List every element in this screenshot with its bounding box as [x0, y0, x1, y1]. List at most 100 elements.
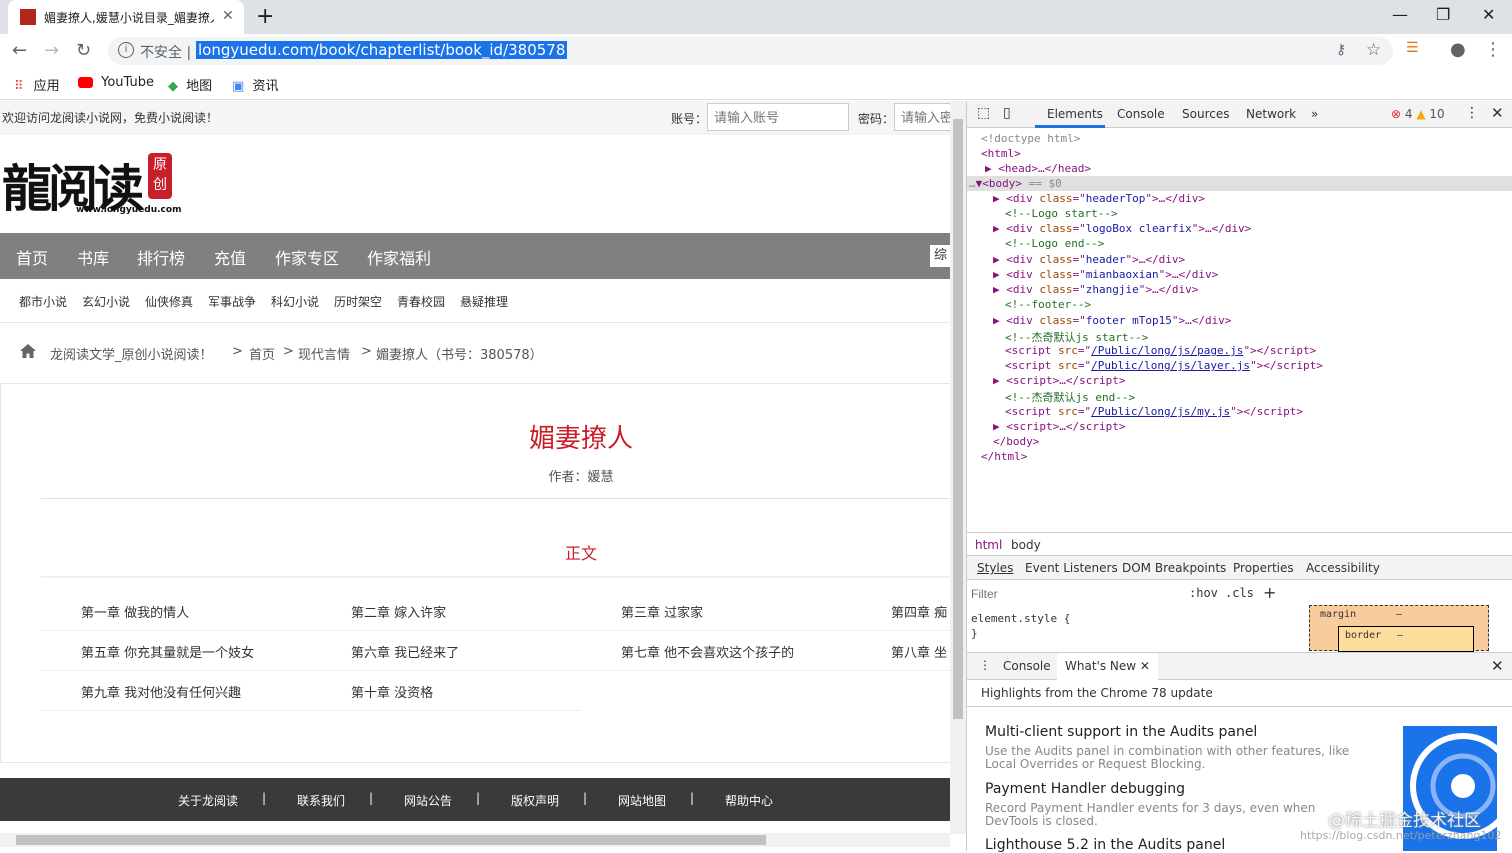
restore-icon[interactable]: ❐: [1436, 5, 1450, 24]
footer-link[interactable]: 帮助中心: [725, 792, 773, 809]
info-icon[interactable]: i: [118, 42, 134, 58]
footer-link[interactable]: 联系我们: [297, 792, 345, 809]
category-link[interactable]: 悬疑推理: [460, 293, 508, 310]
category-link[interactable]: 仙侠修真: [145, 293, 193, 310]
bookmark-news[interactable]: ▣ 资讯: [232, 75, 278, 94]
whats-new-item-title[interactable]: Multi-client support in the Audits panel: [985, 724, 1257, 740]
breadcrumb-category[interactable]: 现代言情: [298, 344, 350, 363]
drawer-tab-close-icon[interactable]: ✕: [1140, 659, 1150, 673]
nav-author-zone[interactable]: 作家专区: [275, 245, 339, 269]
hov-toggle[interactable]: :hov: [1189, 586, 1218, 600]
drawer-tab-console[interactable]: Console: [1003, 659, 1051, 673]
devtools-menu-icon[interactable]: ⋮: [1465, 105, 1479, 121]
back-icon[interactable]: ←: [12, 40, 27, 61]
dom-node[interactable]: ▶ <script>…</script>: [993, 420, 1125, 433]
extension-icon[interactable]: ☰: [1406, 40, 1419, 56]
crumb-html[interactable]: html: [975, 538, 1002, 552]
tab-close-icon[interactable]: ✕: [222, 8, 234, 24]
dom-node[interactable]: ▶ <div class="header">…</div>: [993, 253, 1185, 266]
category-link[interactable]: 玄幻小说: [82, 293, 130, 310]
site-logo[interactable]: 龍阅读 原创 www.longyuedu.com: [0, 145, 181, 221]
dom-node[interactable]: ▶ <div class="footer mTop15">…</div>: [993, 314, 1231, 327]
chapter-link[interactable]: 第三章 过家家: [621, 602, 703, 621]
category-link[interactable]: 青春校园: [397, 293, 445, 310]
password-input[interactable]: [894, 103, 950, 131]
category-link[interactable]: 军事战争: [208, 293, 256, 310]
subtab-properties[interactable]: Properties: [1233, 561, 1294, 575]
chapter-link[interactable]: 第六章 我已经来了: [351, 642, 459, 661]
menu-kebab-icon[interactable]: ⋮: [1484, 39, 1502, 60]
nav-author-benefits[interactable]: 作家福利: [367, 245, 431, 269]
close-window-icon[interactable]: ✕: [1482, 5, 1495, 24]
chapter-link[interactable]: 第一章 做我的情人: [81, 602, 189, 621]
footer-link[interactable]: 网站地图: [618, 792, 666, 809]
category-link[interactable]: 历时架空: [334, 293, 382, 310]
dom-node[interactable]: ▶ <head>…</head>: [985, 162, 1091, 175]
chapter-link[interactable]: 第九章 我对他没有任何兴趣: [81, 682, 241, 701]
dom-node[interactable]: <script src="/Public/long/js/my.js"></sc…: [1005, 405, 1303, 418]
bookmark-maps[interactable]: ◆ 地图: [168, 75, 212, 94]
tab-console[interactable]: Console: [1117, 107, 1165, 121]
scroll-thumb[interactable]: [953, 119, 963, 719]
more-tabs-icon[interactable]: »: [1311, 107, 1318, 121]
nav-library[interactable]: 书库: [77, 245, 109, 269]
dom-node[interactable]: ▶ <div class="zhangjie">…</div>: [993, 283, 1198, 296]
forward-icon[interactable]: →: [44, 40, 59, 61]
dom-node[interactable]: <html>: [981, 147, 1021, 160]
scroll-thumb[interactable]: [16, 835, 766, 845]
category-link[interactable]: 科幻小说: [271, 293, 319, 310]
address-bar[interactable]: i 不安全 | longyuedu.com/book/chapterlist/b…: [108, 37, 1393, 65]
footer-link[interactable]: 网站公告: [404, 792, 452, 809]
breadcrumb-home[interactable]: 首页: [249, 344, 275, 363]
chapter-link[interactable]: 第十章 没资格: [351, 682, 433, 701]
dom-node[interactable]: <script src="/Public/long/js/layer.js"><…: [1005, 359, 1323, 372]
dom-node[interactable]: ▶ <script>…</script>: [993, 374, 1125, 387]
minimize-icon[interactable]: —: [1392, 5, 1408, 24]
inspect-icon[interactable]: ⬚: [977, 105, 990, 121]
chapter-link[interactable]: 第二章 嫁入许家: [351, 602, 446, 621]
cls-toggle[interactable]: .cls: [1225, 586, 1254, 600]
browser-tab[interactable]: 媚妻撩人,媛慧小说目录_媚妻撩人 ✕: [8, 0, 244, 34]
dom-node[interactable]: ▶ <div class="headerTop">…</div>: [993, 192, 1205, 205]
chapter-link[interactable]: 第八章 坐: [891, 642, 947, 661]
subtab-styles[interactable]: Styles: [977, 561, 1013, 575]
tab-sources[interactable]: Sources: [1182, 107, 1229, 121]
footer-link[interactable]: 版权声明: [511, 792, 559, 809]
bookmark-star-icon[interactable]: ☆: [1366, 40, 1381, 60]
dom-node[interactable]: ▶ <div class="mianbaoxian">…</div>: [993, 268, 1218, 281]
footer-link[interactable]: 关于龙阅读: [178, 792, 238, 809]
breadcrumb-site[interactable]: 龙阅读文学_原创小说阅读！: [50, 344, 213, 363]
devtools-close-icon[interactable]: ✕: [1491, 104, 1504, 122]
drawer-close-icon[interactable]: ✕: [1491, 657, 1504, 675]
drawer-tab-whats-new[interactable]: What's New ✕: [1057, 653, 1158, 680]
profile-icon[interactable]: ●: [1450, 39, 1466, 60]
dom-node[interactable]: ▶ <div class="logoBox clearfix">…</div>: [993, 222, 1251, 235]
key-icon[interactable]: ⚷: [1336, 42, 1346, 58]
drawer-menu-icon[interactable]: ⋮: [979, 658, 991, 672]
home-icon[interactable]: [20, 344, 36, 358]
element-style-rule[interactable]: element.style {: [971, 612, 1070, 625]
nav-recharge[interactable]: 充值: [214, 245, 246, 269]
subtab-dom-breakpoints[interactable]: DOM Breakpoints: [1122, 561, 1226, 575]
chapter-link[interactable]: 第五章 你充其量就是一个妓女: [81, 642, 254, 661]
subtab-event-listeners[interactable]: Event Listeners: [1025, 561, 1118, 575]
nav-search-box[interactable]: 综: [930, 245, 950, 267]
horizontal-scrollbar[interactable]: [0, 833, 950, 847]
dom-node-body[interactable]: …▼<body> == $0: [969, 177, 1062, 190]
crumb-body[interactable]: body: [1011, 538, 1041, 552]
nav-ranking[interactable]: 排行榜: [137, 245, 185, 269]
tab-elements[interactable]: Elements: [1047, 107, 1103, 121]
bookmark-apps[interactable]: ⠿ 应用: [14, 75, 60, 94]
url-text[interactable]: longyuedu.com/book/chapterlist/book_id/3…: [196, 41, 568, 59]
new-tab-icon[interactable]: +: [256, 4, 274, 29]
dom-node[interactable]: <script src="/Public/long/js/page.js"></…: [1005, 344, 1316, 357]
bookmark-youtube[interactable]: YouTube: [78, 75, 154, 90]
subtab-accessibility[interactable]: Accessibility: [1306, 561, 1380, 575]
vertical-scrollbar[interactable]: [950, 101, 966, 834]
tab-network[interactable]: Network: [1246, 107, 1296, 121]
add-rule-icon[interactable]: +: [1263, 583, 1276, 602]
category-link[interactable]: 都市小说: [19, 293, 67, 310]
chapter-link[interactable]: 第七章 他不会喜欢这个孩子的: [621, 642, 794, 661]
styles-filter-input[interactable]: [971, 584, 1171, 604]
device-toolbar-icon[interactable]: ▯: [1003, 105, 1011, 121]
